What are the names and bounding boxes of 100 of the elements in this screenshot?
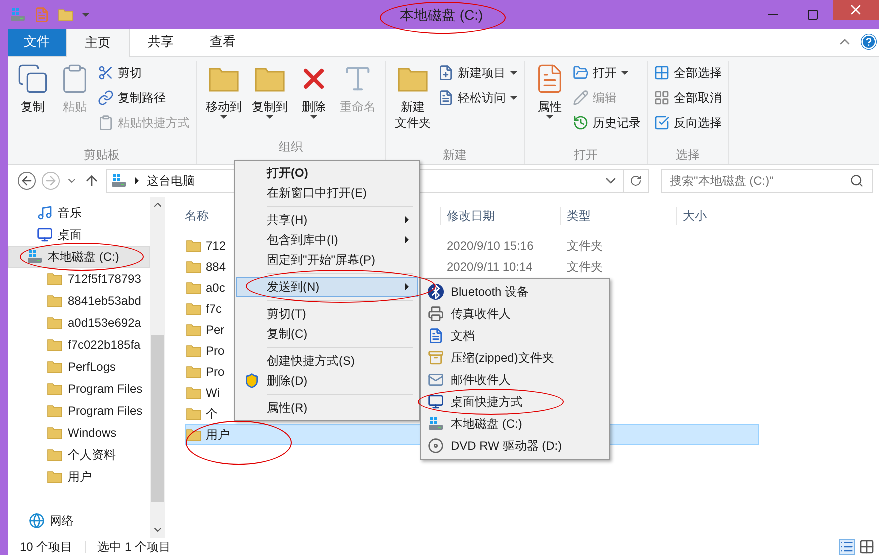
group-label: 组织 <box>278 139 304 156</box>
ribbon-small-button[interactable]: 反向选择 <box>654 112 722 134</box>
select-none-icon <box>654 90 670 106</box>
nav-item[interactable]: 个人资料 <box>8 444 150 466</box>
disc-icon <box>428 438 444 454</box>
ribbon-small-button[interactable]: 新建项目 <box>438 62 518 84</box>
nav-item[interactable]: PerfLogs <box>8 356 150 378</box>
nav-item[interactable]: 音乐 <box>8 202 150 224</box>
ribbon-large-button[interactable]: 复制 <box>14 61 52 146</box>
ribbon-tab[interactable]: 查看 <box>192 28 254 56</box>
ribbon-large-button[interactable]: 新建 文件夹 <box>392 61 434 146</box>
nav-item[interactable]: 8841eb53abd <box>8 290 150 312</box>
scrollbar-thumb[interactable] <box>151 335 164 502</box>
nav-item[interactable]: Program Files <box>8 378 150 400</box>
folder-icon <box>573 65 589 81</box>
help-icon[interactable] <box>861 34 877 50</box>
file-name[interactable]: f7c <box>206 300 222 318</box>
ribbon-small-button[interactable]: 复制路径 <box>98 87 190 109</box>
nav-item[interactable]: a0d153e692a <box>8 312 150 334</box>
nav-item[interactable]: 用户 <box>8 466 150 488</box>
context-menu-item[interactable]: 在新窗口中打开(E) <box>236 183 418 203</box>
close-button[interactable] <box>833 0 879 20</box>
context-menu-item[interactable]: 创建快捷方式(S) <box>236 351 418 371</box>
file-name[interactable]: 用户 <box>206 426 230 444</box>
selection-count: 选中 1 个项目 <box>98 538 172 555</box>
refresh-button[interactable] <box>623 169 649 193</box>
nav-item[interactable]: Windows <box>8 422 150 444</box>
group-label: 剪贴板 <box>83 147 121 164</box>
file-name[interactable]: 712 <box>206 236 226 254</box>
ribbon-large-button[interactable]: 属性 <box>531 61 569 146</box>
folder-icon <box>186 364 202 380</box>
ribbon-tab[interactable]: 文件 <box>8 28 66 56</box>
up-button[interactable] <box>84 173 100 189</box>
folder-icon <box>186 426 202 442</box>
send-to-item[interactable]: DVD RW 驱动器 (D:) <box>421 435 609 457</box>
ribbon-small-button[interactable]: 轻松访问 <box>438 87 518 109</box>
search-field[interactable]: 搜索"本地磁盘 (C:)" <box>661 169 873 193</box>
file-name[interactable]: Pro <box>206 362 225 380</box>
ribbon-small-button[interactable]: 全部选择 <box>654 62 722 84</box>
ribbon-small-button[interactable]: 打开 <box>573 62 641 84</box>
file-name[interactable]: 个 <box>206 404 218 422</box>
context-menu-item[interactable]: 固定到"开始"屏幕(P) <box>236 250 418 270</box>
file-name[interactable]: Pro <box>206 342 225 360</box>
nav-item[interactable]: 本地磁盘 (C:) <box>8 246 150 268</box>
file-name[interactable]: 884 <box>206 258 226 276</box>
ribbon-large-button[interactable]: 移动到 <box>203 61 245 146</box>
send-to-item[interactable]: 本地磁盘 (C:) <box>421 413 609 435</box>
invert-selection-icon <box>654 115 670 131</box>
document-icon <box>428 328 444 344</box>
mail-icon <box>428 372 444 388</box>
send-to-item[interactable]: 压缩(zipped)文件夹 <box>421 347 609 369</box>
details-view-icon[interactable] <box>839 538 855 554</box>
file-name[interactable]: Wi <box>206 384 220 402</box>
large-icons-view-icon[interactable] <box>859 538 875 554</box>
nav-item[interactable]: 网络 <box>8 510 150 532</box>
send-to-item[interactable]: 文档 <box>421 325 609 347</box>
context-menu-item[interactable]: 发送到(N) <box>236 277 418 297</box>
nav-item[interactable]: 712f5f178793 <box>8 268 150 290</box>
network-icon <box>29 513 45 529</box>
ribbon-small-button[interactable]: 全部取消 <box>654 87 722 109</box>
context-menu-item[interactable]: 共享(H) <box>236 210 418 230</box>
search-icon[interactable] <box>850 174 864 188</box>
context-menu-item[interactable]: 复制(C) <box>236 324 418 344</box>
send-to-item[interactable]: 桌面快捷方式 <box>421 391 609 413</box>
nav-item[interactable]: f7c022b185fa <box>8 334 150 356</box>
nav-item[interactable]: Program Files <box>8 400 150 422</box>
breadcrumb-item[interactable]: 这台电脑 <box>147 172 195 190</box>
archive-icon <box>428 350 444 366</box>
folder-icon <box>47 447 63 463</box>
type-cell-text: 文件夹 <box>566 238 604 254</box>
copy-icon <box>17 63 49 95</box>
context-menu-item[interactable]: 删除(D) <box>236 371 418 391</box>
context-menu-item[interactable]: 打开(O) <box>236 163 418 183</box>
select-all-icon <box>654 65 670 81</box>
monitor-icon <box>37 227 53 243</box>
file-name[interactable]: a0c <box>206 278 226 296</box>
folder-icon <box>47 381 63 397</box>
scrollbar[interactable] <box>150 197 165 538</box>
column-header[interactable]: 修改日期 <box>440 207 560 225</box>
file-name[interactable]: Per <box>206 320 225 338</box>
folder-icon <box>58 6 74 22</box>
ribbon-small-button[interactable]: 历史记录 <box>573 112 641 134</box>
ribbon-small-button[interactable]: 剪切 <box>98 62 190 84</box>
scissors-icon <box>98 65 114 81</box>
back-button[interactable] <box>18 172 36 190</box>
context-menu-item[interactable]: 剪切(T) <box>236 304 418 324</box>
context-menu-item[interactable]: 属性(R) <box>236 398 418 418</box>
send-to-item[interactable]: Bluetooth 设备 <box>421 281 609 303</box>
folder-icon <box>47 337 63 353</box>
column-header[interactable]: 类型 <box>560 207 676 225</box>
send-to-item[interactable]: 邮件收件人 <box>421 369 609 391</box>
folder-icon <box>47 425 63 441</box>
folder-icon <box>186 300 202 316</box>
printer-icon <box>428 306 444 322</box>
ribbon-tab[interactable]: 共享 <box>130 28 192 56</box>
ribbon-tab[interactable]: 主页 <box>66 28 130 57</box>
column-header[interactable]: 大小 <box>676 207 746 225</box>
nav-item[interactable]: 桌面 <box>8 224 150 246</box>
context-menu-item[interactable]: 包含到库中(I) <box>236 230 418 250</box>
send-to-item[interactable]: 传真收件人 <box>421 303 609 325</box>
